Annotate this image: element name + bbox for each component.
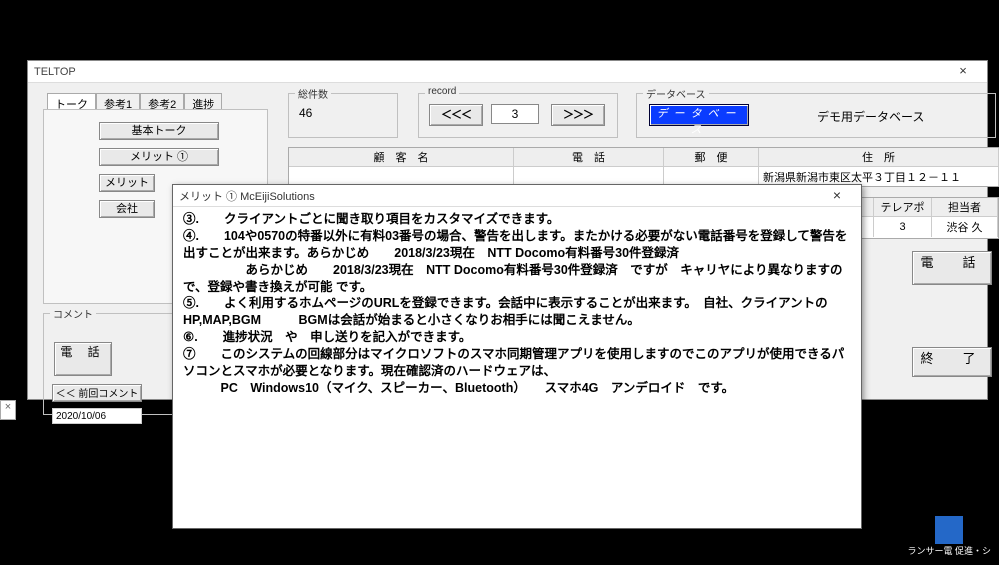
record-label: record [425,86,459,97]
comment-call-button[interactable]: 電 話 [54,342,112,376]
col-customer-name: 顧 客 名 [289,148,514,167]
database-button[interactable]: データベース [649,104,749,126]
database-name: デモ用データベース [817,108,924,125]
company-sub-button[interactable]: 会社 [99,200,155,218]
database-label: データベース [643,86,709,101]
desktop: TELTOP × トーク 参考1 参考2 進捗 基本トーク メリット ① メリッ… [0,0,999,565]
merit-sub-button[interactable]: メリット [99,174,155,192]
side-close-tab[interactable]: × [0,400,16,420]
col-address: 住 所 [759,148,999,167]
shortcut-icon [935,516,963,544]
titlebar: TELTOP × [28,61,987,83]
merit-sub-row: メリット [99,174,155,192]
window-title: TELTOP [34,66,945,78]
comment-date-input[interactable] [52,408,142,424]
database-group: データベース データベース デモ用データベース [636,93,996,138]
merit-popup: メリット ① McEijiSolutions × ③. クライアントごとに聞き取… [172,184,862,529]
prev-comment-button[interactable]: ＜＜ 前回コメント [52,384,142,402]
customer-grid: 顧 客 名 電 話 郵 便 住 所 新潟県新潟市東区太平３丁目１２－１１ [288,147,999,187]
merit-button[interactable]: メリット ① [99,148,219,166]
popup-titlebar: メリット ① McEijiSolutions × [173,185,861,207]
close-icon[interactable]: × [945,62,981,82]
total-count-label: 総件数 [295,86,331,101]
col-h5: 担当者 [932,198,998,217]
total-count-group: 総件数 46 [288,93,398,138]
basic-talk-button[interactable]: 基本トーク [99,122,219,140]
popup-body: ③. クライアントごとに聞き取り項目をカスタマイズできます。 ④. 104や05… [173,207,861,528]
cell-c4: 3 [874,217,932,237]
record-next-button[interactable]: ＞＞＞ [551,104,605,126]
col-h4: テレアポ [874,198,932,217]
record-number-input[interactable] [491,104,539,124]
record-prev-button[interactable]: ＜＜＜ [429,104,483,126]
total-count-value: 46 [299,106,312,120]
call-button[interactable]: 電 話 [912,251,992,285]
col-tel: 電 話 [514,148,664,167]
record-group: record ＜＜＜ ＞＞＞ [418,93,618,138]
col-postal: 郵 便 [664,148,759,167]
popup-title: メリット ① McEijiSolutions [179,188,819,204]
shortcut-label: ランサー電 促進・シ [907,546,991,557]
desktop-shortcut[interactable]: ランサー電 促進・シ [907,516,991,557]
company-sub-row: 会社 [99,200,155,218]
end-button[interactable]: 終 了 [912,347,992,377]
comment-label: コメント [50,306,96,321]
cell-c5: 渋谷 久 [932,217,998,237]
popup-close-icon[interactable]: × [819,186,855,206]
